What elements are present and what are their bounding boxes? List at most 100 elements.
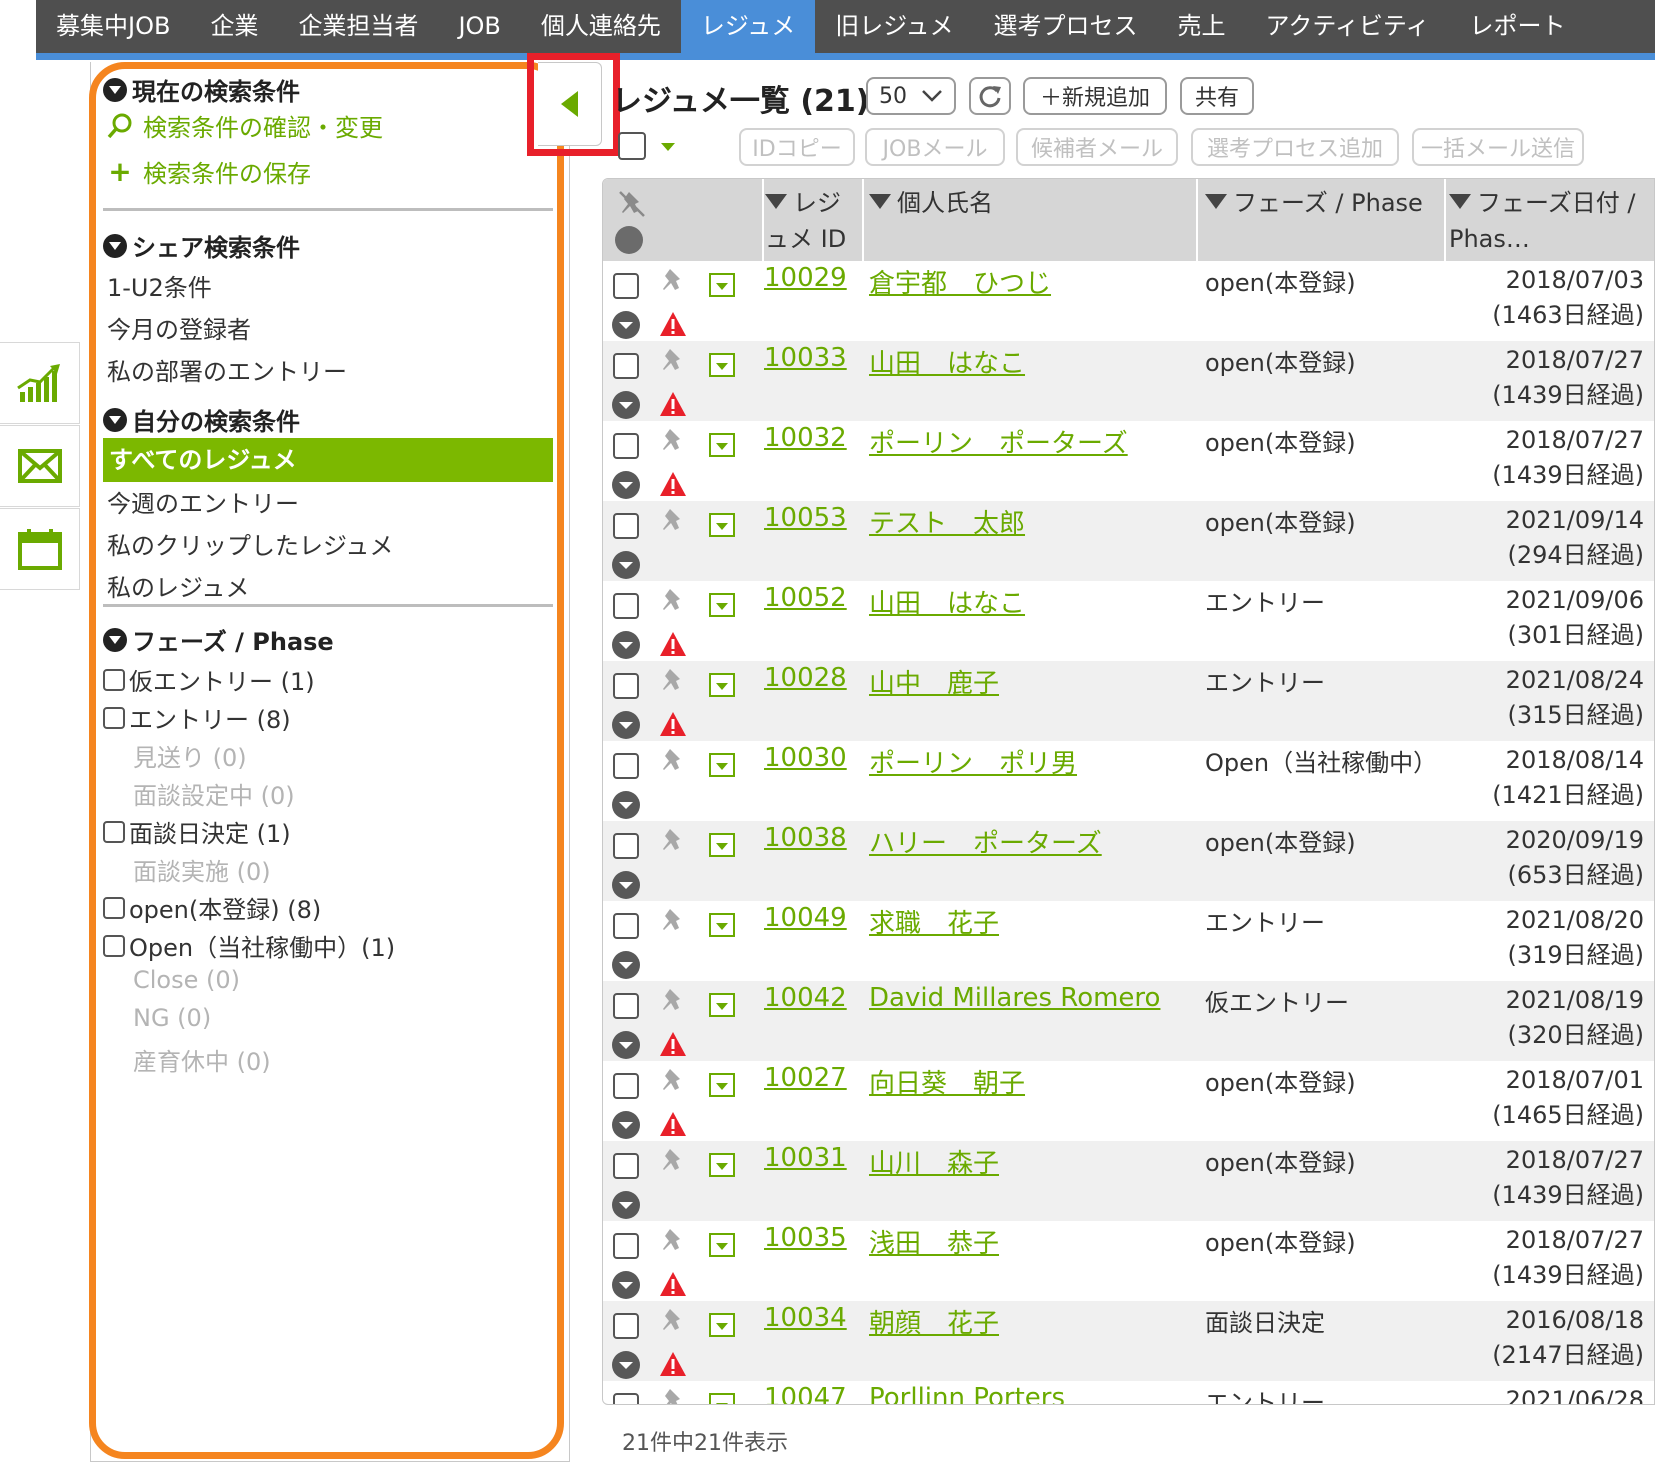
phase-checkbox[interactable]	[103, 668, 125, 691]
select-menu-chevron-icon[interactable]	[660, 142, 676, 152]
person-name-link[interactable]: 朝顔 花子	[869, 1303, 999, 1340]
refresh-button[interactable]	[969, 77, 1011, 115]
my-condition-item[interactable]: 私のクリップしたレジュメ	[107, 526, 393, 561]
row-menu-icon[interactable]	[612, 311, 640, 339]
resume-id-link[interactable]: 10035	[764, 1223, 847, 1253]
shared-condition-item[interactable]: 今月の登録者	[107, 310, 251, 345]
row-menu-icon[interactable]	[612, 871, 640, 899]
row-expand-icon[interactable]	[709, 433, 735, 457]
pin-icon[interactable]	[659, 1387, 685, 1404]
row-checkbox[interactable]	[613, 1073, 639, 1099]
row-menu-icon[interactable]	[612, 711, 640, 739]
pin-icon[interactable]	[659, 987, 685, 1022]
row-checkbox[interactable]	[613, 673, 639, 699]
my-conditions-heading[interactable]: 自分の検索条件	[103, 402, 300, 437]
pin-icon[interactable]	[659, 747, 685, 782]
nav-item[interactable]: 売上	[1158, 0, 1246, 53]
save-conditions-link[interactable]: + 検索条件の保存	[105, 154, 311, 189]
row-expand-icon[interactable]	[709, 1233, 735, 1257]
row-checkbox[interactable]	[613, 513, 639, 539]
resume-id-link[interactable]: 10052	[764, 583, 847, 613]
row-menu-icon[interactable]	[612, 791, 640, 819]
pin-icon[interactable]	[659, 907, 685, 942]
current-conditions-heading[interactable]: 現在の検索条件	[103, 72, 300, 107]
column-header-id[interactable]: レジュメ ID	[765, 179, 861, 261]
header-menu-icon[interactable]	[615, 226, 643, 254]
pin-icon[interactable]	[659, 827, 685, 862]
select-all-checkbox[interactable]	[618, 132, 646, 160]
resume-id-link[interactable]: 10053	[764, 503, 847, 533]
pin-icon[interactable]	[659, 267, 685, 302]
row-expand-icon[interactable]	[709, 673, 735, 697]
phase-checkbox[interactable]	[103, 896, 125, 919]
shared-conditions-heading[interactable]: シェア検索条件	[103, 228, 300, 263]
pin-icon[interactable]	[659, 1147, 685, 1182]
sidebar-collapse-button[interactable]	[538, 62, 602, 146]
row-menu-icon[interactable]	[612, 1271, 640, 1299]
candidate-mail-button[interactable]: 候補者メール	[1016, 128, 1178, 166]
pin-icon[interactable]	[659, 1227, 685, 1262]
row-checkbox[interactable]	[613, 913, 639, 939]
row-expand-icon[interactable]	[709, 1153, 735, 1177]
nav-item[interactable]: レポート	[1449, 0, 1585, 53]
resume-id-link[interactable]: 10034	[764, 1303, 847, 1333]
phase-checkbox[interactable]	[103, 706, 125, 729]
bulk-mail-button[interactable]: 一括メール送信	[1412, 128, 1584, 166]
shared-condition-item[interactable]: 1-U2条件	[107, 268, 212, 303]
row-checkbox[interactable]	[613, 1153, 639, 1179]
person-name-link[interactable]: 山川 森子	[869, 1143, 999, 1180]
column-header-name[interactable]: 個人氏名	[869, 179, 1189, 261]
row-expand-icon[interactable]	[709, 1393, 735, 1404]
row-checkbox[interactable]	[613, 1313, 639, 1339]
row-checkbox[interactable]	[613, 433, 639, 459]
phase-heading[interactable]: フェーズ / Phase	[103, 622, 334, 657]
resume-id-link[interactable]: 10029	[764, 263, 847, 293]
mail-tool-tab[interactable]	[0, 425, 80, 507]
pin-icon[interactable]	[659, 1307, 685, 1342]
row-checkbox[interactable]	[613, 833, 639, 859]
column-header-phase[interactable]: フェーズ / Phase	[1205, 179, 1445, 261]
row-expand-icon[interactable]	[709, 833, 735, 857]
add-new-button[interactable]: ＋新規追加	[1023, 77, 1167, 115]
column-header-phase-date[interactable]: フェーズ日付 / Phas…	[1449, 179, 1653, 261]
add-selection-process-button[interactable]: 選考プロセス追加	[1191, 128, 1399, 166]
pin-icon[interactable]	[659, 587, 685, 622]
my-condition-item[interactable]: 今週のエントリー	[107, 484, 299, 519]
pin-icon[interactable]	[659, 347, 685, 382]
phase-filter-item[interactable]: 面談日決定 (1)	[103, 814, 291, 849]
row-checkbox[interactable]	[613, 593, 639, 619]
pin-icon[interactable]	[659, 507, 685, 542]
row-expand-icon[interactable]	[709, 993, 735, 1017]
row-checkbox[interactable]	[613, 1393, 639, 1404]
resume-id-link[interactable]: 10042	[764, 983, 847, 1013]
resume-id-link[interactable]: 10030	[764, 743, 847, 773]
nav-item[interactable]: アクティビティ	[1246, 0, 1450, 53]
row-menu-icon[interactable]	[612, 1111, 640, 1139]
person-name-link[interactable]: Porllinn Porters	[869, 1383, 1065, 1404]
shared-condition-item[interactable]: 私の部署のエントリー	[107, 352, 347, 387]
row-expand-icon[interactable]	[709, 753, 735, 777]
nav-item[interactable]: レジュメ	[680, 0, 816, 53]
person-name-link[interactable]: テスト 太郎	[869, 503, 1025, 540]
row-checkbox[interactable]	[613, 993, 639, 1019]
nav-item[interactable]: 個人連絡先	[521, 0, 681, 53]
person-name-link[interactable]: ポーリン ポーターズ	[869, 423, 1128, 460]
row-menu-icon[interactable]	[612, 1351, 640, 1379]
calendar-tool-tab[interactable]	[0, 508, 80, 590]
resume-id-link[interactable]: 10047	[764, 1383, 847, 1404]
nav-item[interactable]: 旧レジュメ	[815, 0, 973, 53]
page-size-select[interactable]: 50	[866, 77, 956, 115]
person-name-link[interactable]: ハリー ポーターズ	[869, 823, 1102, 860]
resume-id-link[interactable]: 10049	[764, 903, 847, 933]
person-name-link[interactable]: 求職 花子	[869, 903, 999, 940]
person-name-link[interactable]: 向日葵 朝子	[869, 1063, 1025, 1100]
row-expand-icon[interactable]	[709, 513, 735, 537]
my-condition-item[interactable]: すべてのレジュメ	[103, 438, 553, 482]
nav-item[interactable]: 選考プロセス	[974, 0, 1158, 53]
pin-icon[interactable]	[659, 1067, 685, 1102]
row-expand-icon[interactable]	[709, 1313, 735, 1337]
resume-id-link[interactable]: 10038	[764, 823, 847, 853]
row-menu-icon[interactable]	[612, 1191, 640, 1219]
row-expand-icon[interactable]	[709, 913, 735, 937]
row-menu-icon[interactable]	[612, 551, 640, 579]
